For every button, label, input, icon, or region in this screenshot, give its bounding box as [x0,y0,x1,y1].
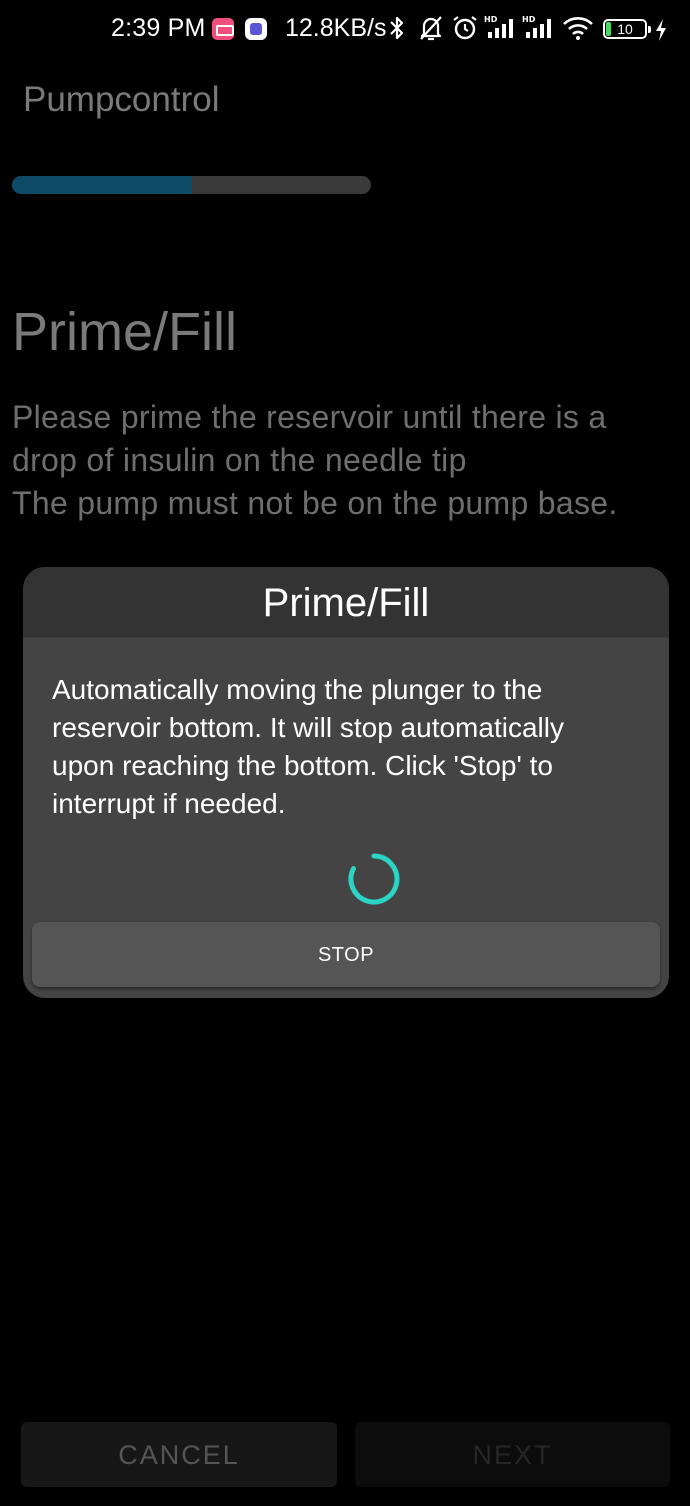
status-bar: 2:39 PM 12.8KB/s HD HD 10 [0,0,690,58]
dialog-message-line: Automatically moving the plunger to the [52,674,543,705]
wifi-icon [563,17,593,40]
network-speed: 12.8KB/s [285,14,387,42]
progress-fill [12,176,192,194]
notes-app-icon [245,18,267,40]
cancel-button[interactable]: CANCEL [21,1422,337,1487]
stop-button[interactable]: STOP [32,922,660,987]
dialog-message: Automatically moving the plunger to the … [52,671,642,823]
bell-off-icon [420,16,442,41]
hd-signal-icon: HD [484,15,513,38]
step-title: Prime/Fill [12,302,237,362]
charging-icon [656,19,666,41]
dialog-message-line: interrupt if needed. [52,788,286,819]
bluetooth-icon [390,16,404,40]
wizard-progress-bar [12,176,371,194]
bilibili-app-icon [212,18,234,40]
svg-text:HD: HD [484,15,498,24]
step-description-line: The pump must not be on the pump base. [12,485,618,521]
alarm-icon [453,16,477,40]
next-button[interactable]: NEXT [355,1422,670,1487]
step-description: Please prime the reservoir until there i… [12,396,682,525]
battery-icon: 10 [603,19,651,39]
dialog-title: Prime/Fill [23,567,669,638]
battery-level: 10 [617,21,633,37]
status-time: 2:39 PM [111,14,206,42]
dialog-message-line: upon reaching the bottom. Click 'Stop' t… [52,750,553,781]
step-description-line: drop of insulin on the needle tip [12,442,467,478]
loading-spinner-icon [348,853,400,905]
step-description-line: Please prime the reservoir until there i… [12,399,607,435]
app-title: Pumpcontrol [23,80,220,119]
prime-fill-dialog: Prime/Fill Automatically moving the plun… [23,567,669,998]
hd-signal-icon: HD [522,15,551,38]
svg-text:HD: HD [522,15,536,24]
screen: 2:39 PM 12.8KB/s HD HD 10 Pumpcontrol Pr… [0,0,690,1506]
dialog-message-line: reservoir bottom. It will stop automatic… [52,712,564,743]
